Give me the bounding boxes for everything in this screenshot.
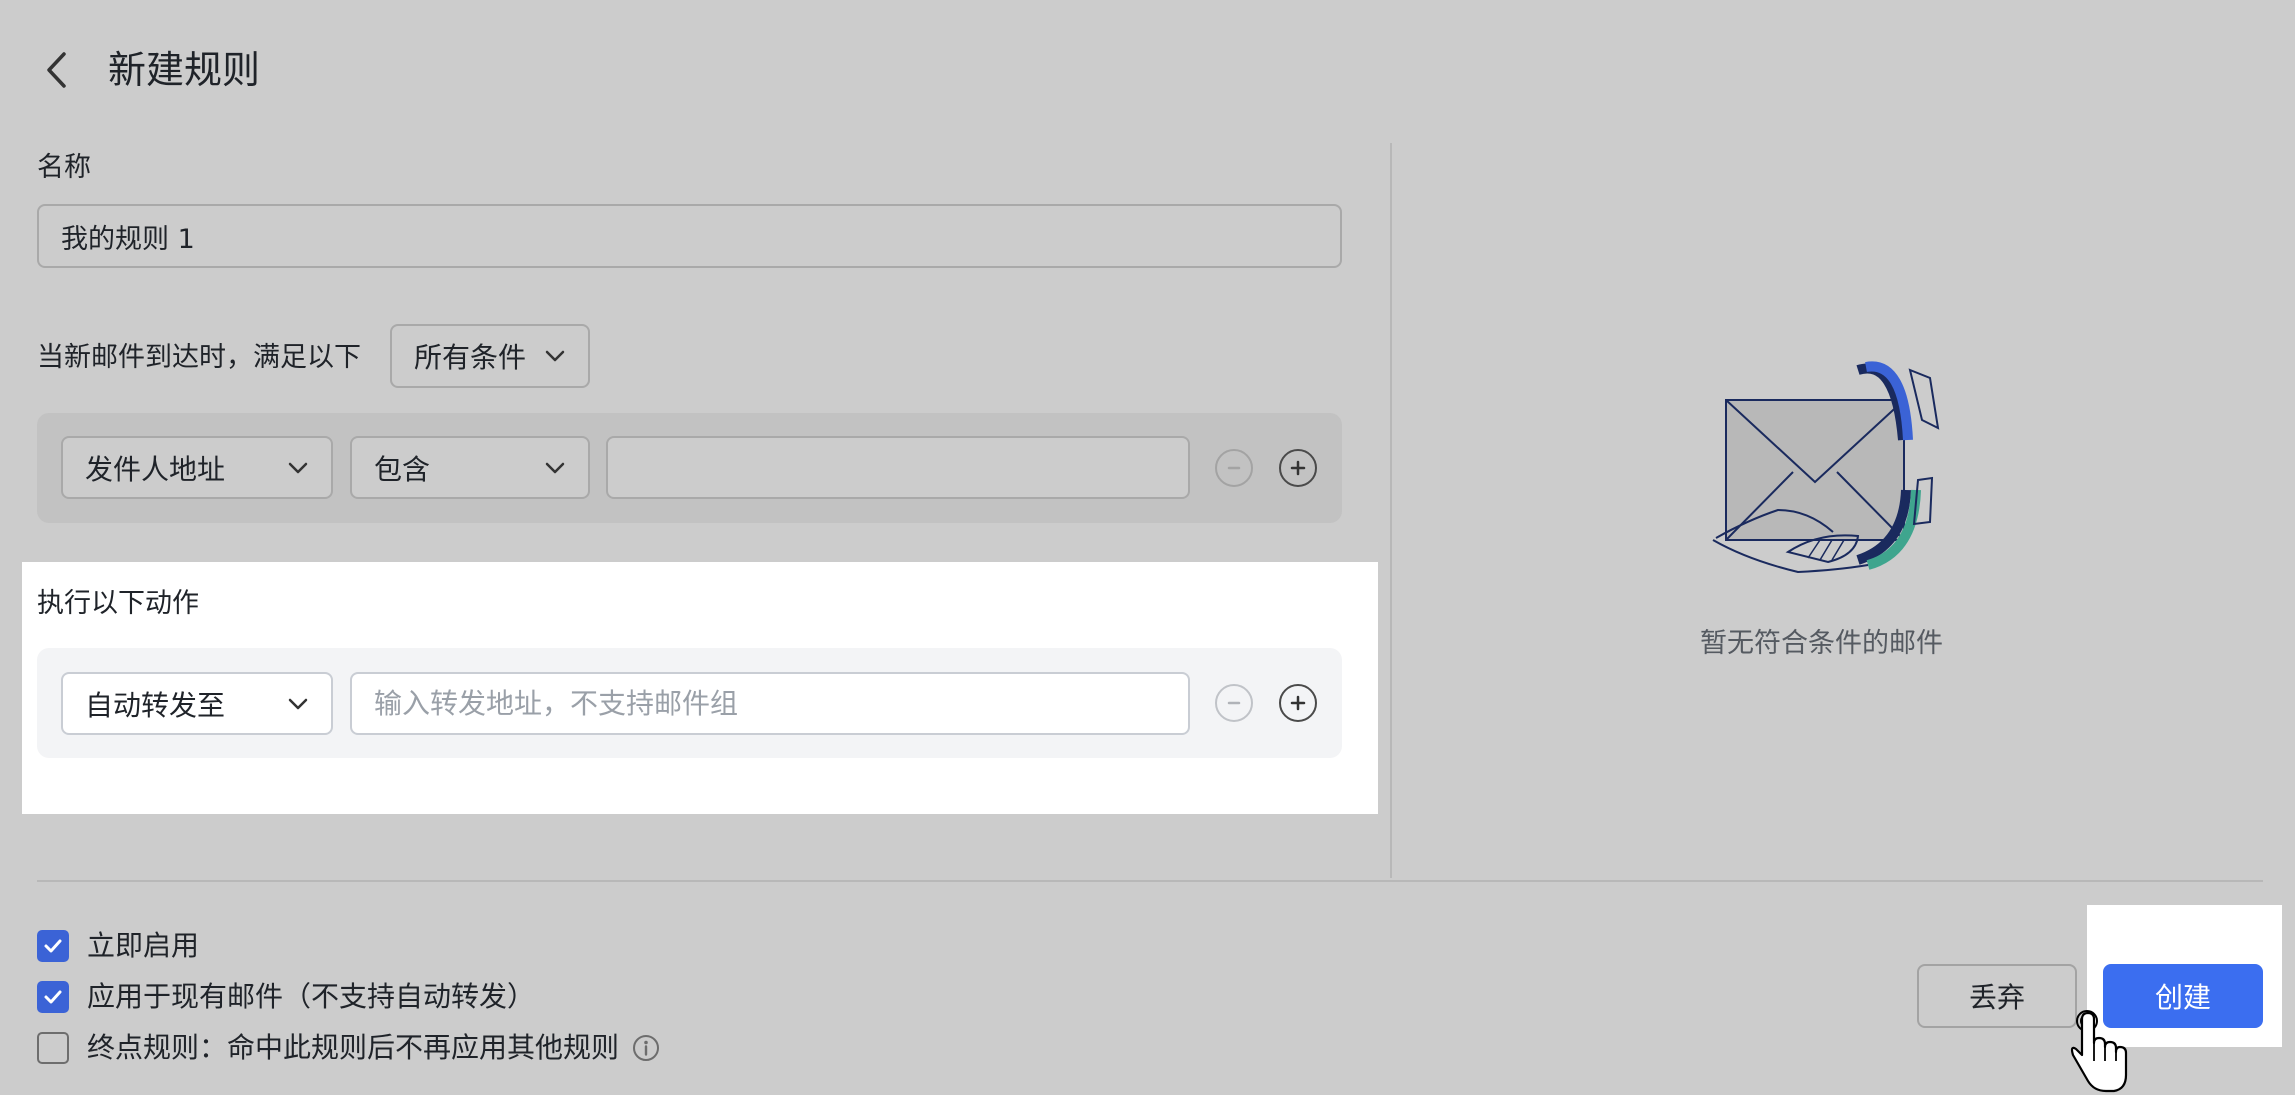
add-condition-button[interactable] — [1279, 449, 1317, 487]
forward-address-input[interactable] — [350, 672, 1190, 735]
chevron-down-icon — [545, 350, 565, 362]
hand-pointer-cursor-icon — [2070, 1010, 2128, 1093]
rule-name-value: 我的规则 1 — [61, 223, 195, 255]
condition-operator-value: 包含 — [374, 452, 431, 486]
plus-icon — [1290, 695, 1306, 711]
enable-now-option[interactable]: 立即启用 — [37, 928, 199, 964]
action-type-value: 自动转发至 — [85, 688, 226, 722]
chevron-down-icon — [288, 698, 308, 709]
enable-now-label: 立即启用 — [87, 929, 200, 962]
chevron-left-icon — [47, 52, 66, 88]
checkmark-icon — [44, 939, 62, 953]
condition-operator-select[interactable]: 包含 — [350, 436, 590, 499]
vertical-divider — [1390, 143, 1392, 878]
page-title: 新建规则 — [108, 48, 261, 92]
remove-action-button[interactable] — [1215, 684, 1253, 722]
chevron-down-icon — [288, 462, 308, 473]
discard-button[interactable]: 丢弃 — [1917, 964, 2077, 1028]
apply-existing-option[interactable]: 应用于现有邮件（不支持自动转发） — [37, 979, 535, 1015]
match-mode-select[interactable]: 所有条件 — [390, 324, 590, 388]
checkbox-unchecked[interactable] — [37, 1032, 69, 1064]
minus-icon — [1227, 701, 1241, 705]
match-mode-value: 所有条件 — [414, 341, 527, 374]
minus-icon — [1227, 466, 1241, 470]
apply-existing-label: 应用于现有邮件（不支持自动转发） — [87, 980, 536, 1013]
conditions-label: 当新邮件到达时，满足以下 — [37, 342, 361, 373]
stop-rule-option[interactable]: 终点规则：命中此规则后不再应用其他规则 — [37, 1030, 661, 1066]
chevron-down-icon — [545, 462, 565, 473]
horizontal-divider — [37, 880, 2263, 882]
checkbox-checked[interactable] — [37, 930, 69, 962]
remove-condition-button[interactable] — [1215, 449, 1253, 487]
back-button[interactable] — [40, 48, 74, 92]
envelope-hand-illustration — [1712, 361, 1940, 574]
checkmark-icon — [44, 990, 62, 1004]
add-action-button[interactable] — [1279, 684, 1317, 722]
checkbox-checked[interactable] — [37, 981, 69, 1013]
plus-icon — [1290, 460, 1306, 476]
condition-field-value: 发件人地址 — [85, 452, 226, 486]
stop-rule-label: 终点规则：命中此规则后不再应用其他规则 — [87, 1031, 620, 1064]
name-label: 名称 — [37, 152, 91, 183]
rule-name-input[interactable]: 我的规则 1 — [37, 204, 1342, 268]
actions-label: 执行以下动作 — [37, 588, 199, 619]
info-icon[interactable] — [631, 1033, 661, 1063]
condition-field-select[interactable]: 发件人地址 — [61, 436, 333, 499]
empty-state-text: 暂无符合条件的邮件 — [1700, 628, 1943, 659]
action-type-select[interactable]: 自动转发至 — [61, 672, 333, 735]
condition-value-input[interactable] — [606, 436, 1190, 499]
